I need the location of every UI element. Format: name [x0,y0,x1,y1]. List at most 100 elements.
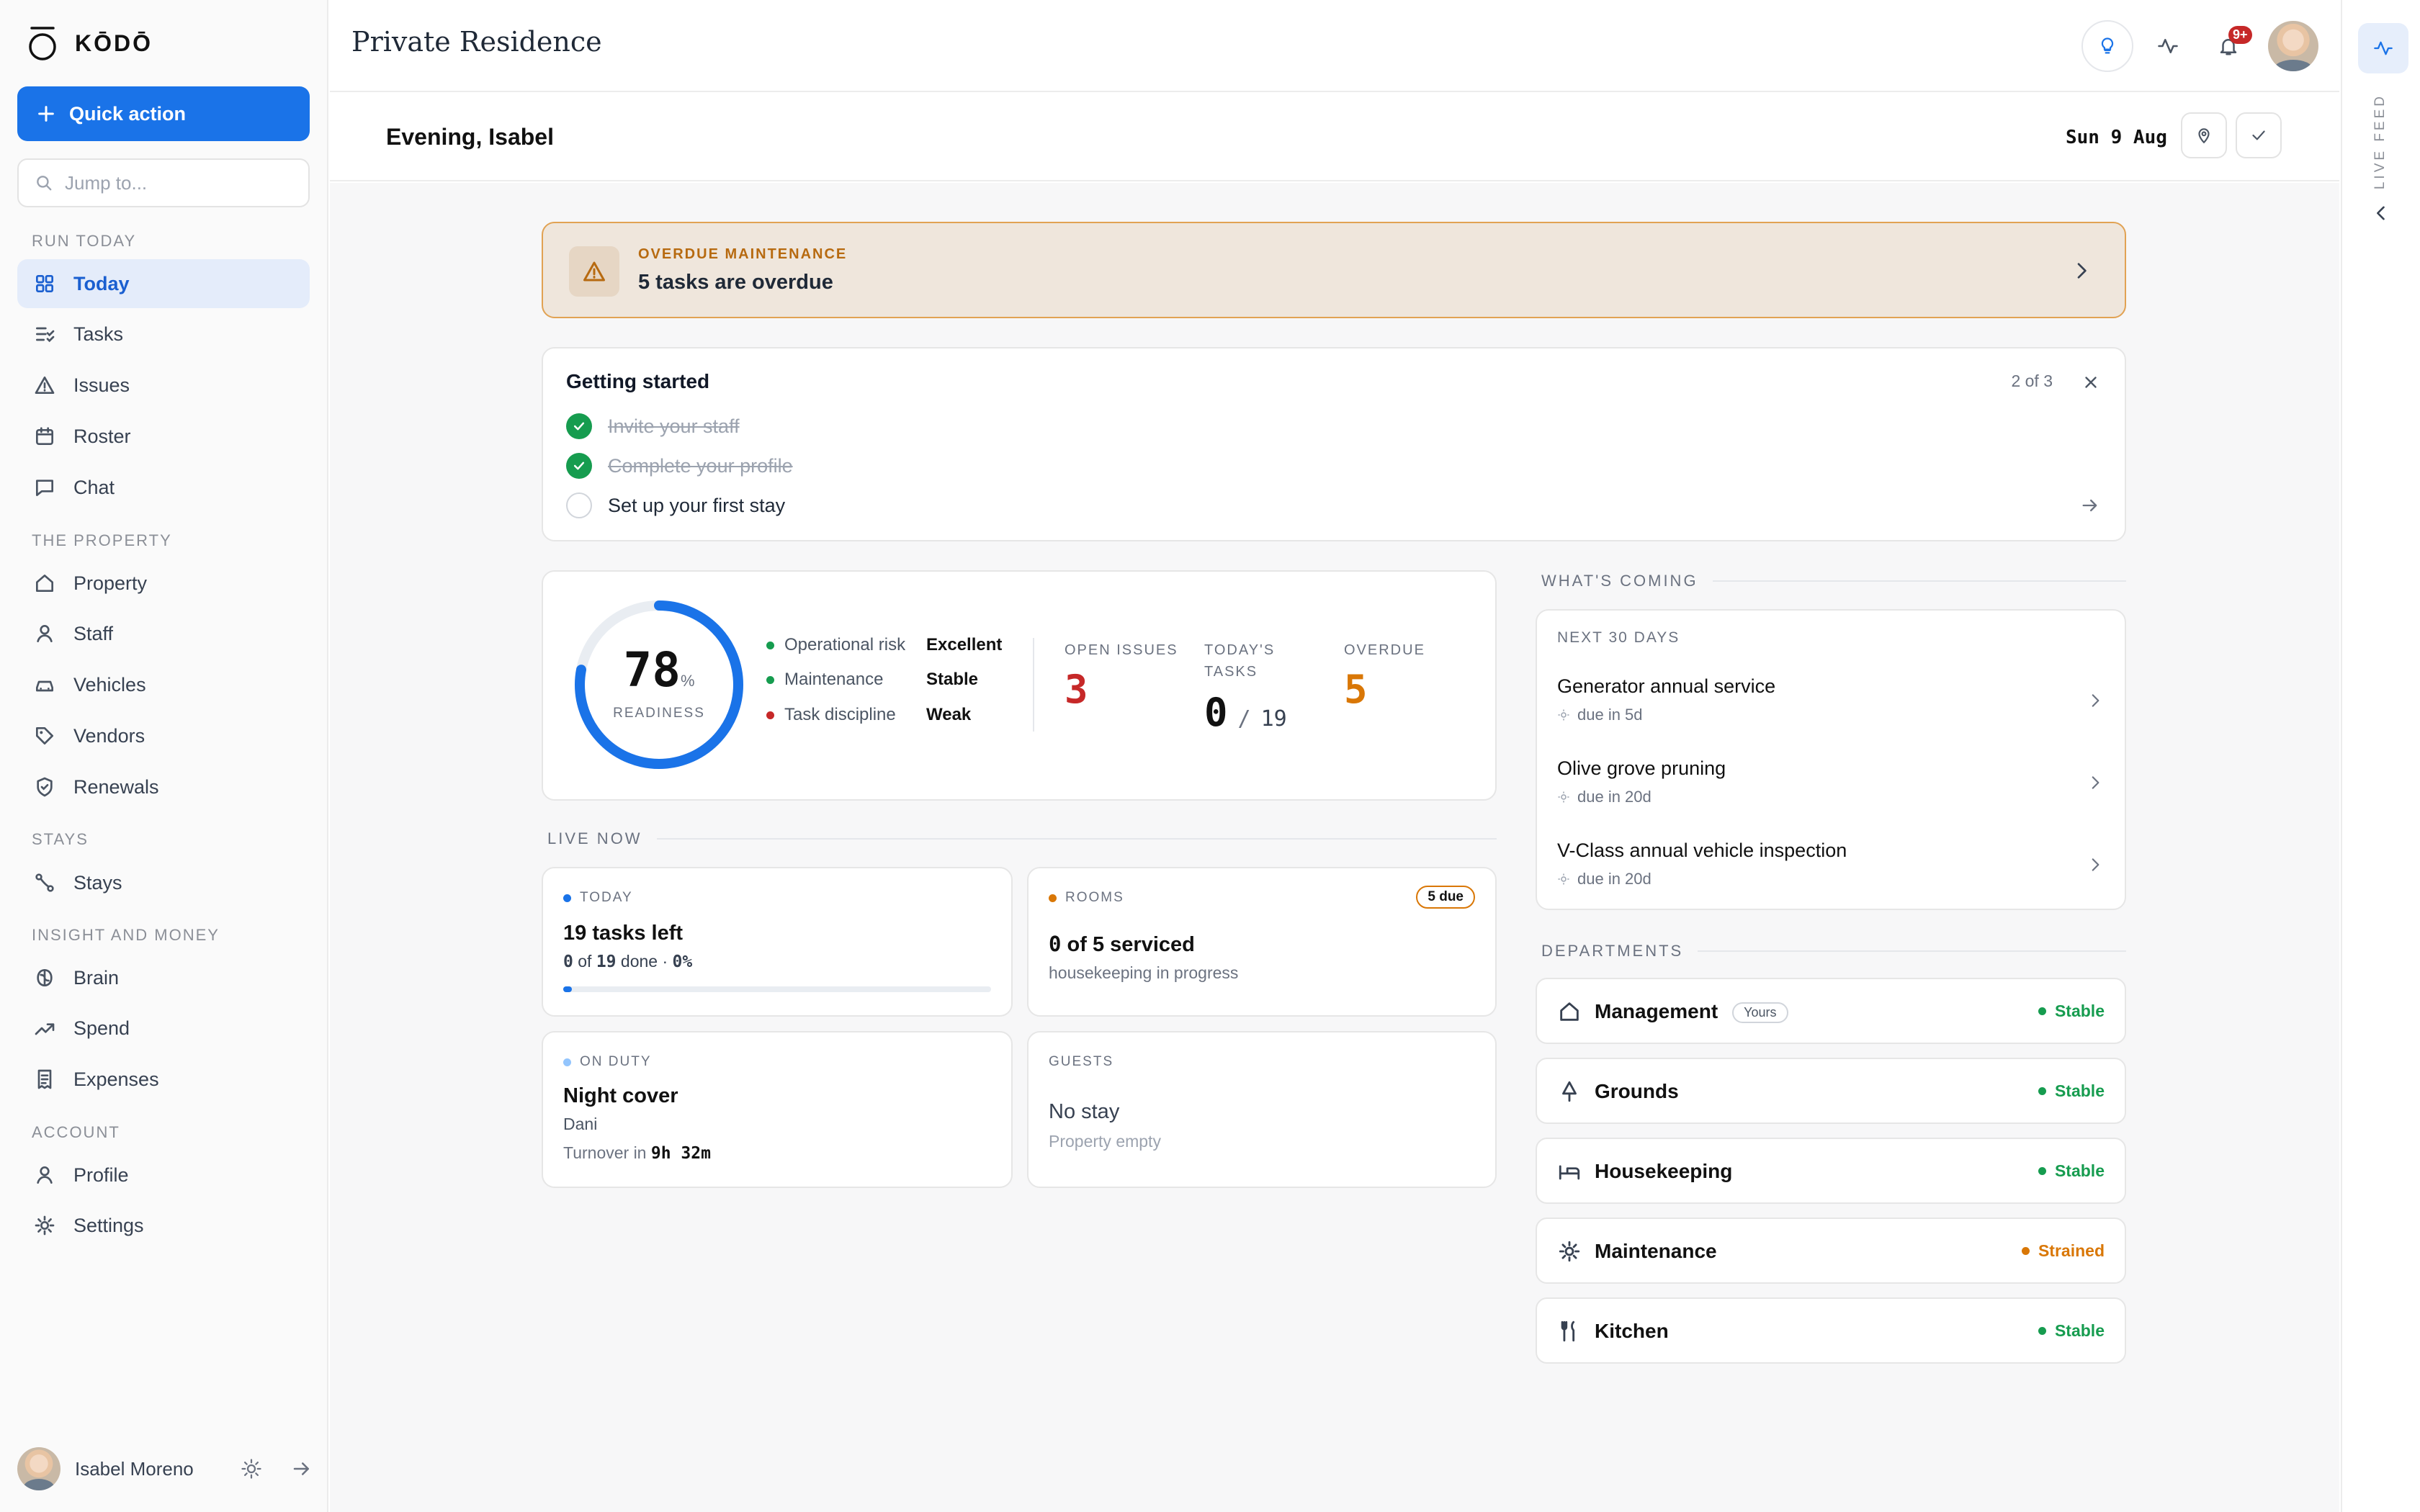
sun-icon[interactable] [241,1458,262,1480]
sidebar-item-today[interactable]: Today [17,259,310,308]
readiness-unit: % [680,672,695,690]
user-profile[interactable]: Isabel Moreno [17,1447,313,1490]
location-button[interactable] [2181,112,2227,158]
warning-icon [33,374,56,397]
department-kitchen[interactable]: Kitchen Stable [1536,1297,2126,1364]
status-dot [563,1058,571,1066]
factor-operational-risk: Operational risk [766,635,905,655]
task-list-icon [33,323,56,346]
on-duty-person: Dani [563,1115,598,1133]
sidebar-item-issues[interactable]: Issues [17,361,310,410]
person-icon [33,1164,56,1187]
lightbulb-icon [2097,36,2118,56]
readiness-card: 78% READINESS Operational risk Excellent… [542,570,1497,801]
sidebar-item-label: Tasks [73,323,124,345]
status-dot [2038,1087,2046,1095]
heading-text: DEPARTMENTS [1541,942,1684,960]
department-maintenance[interactable]: Maintenance Strained [1536,1218,2126,1284]
step-label: Set up your first stay [608,494,786,516]
on-duty-card[interactable]: ON DUTY Night cover Dani Turnover in 9h … [542,1031,1013,1188]
department-grounds[interactable]: Grounds Stable [1536,1058,2126,1124]
notifications-button[interactable]: 9+ [2202,20,2254,72]
sidebar-item-property[interactable]: Property [17,559,310,608]
sidebar-item-staff[interactable]: Staff [17,609,310,658]
arrow-right-icon[interactable] [2080,495,2100,516]
overdue-alert[interactable]: OVERDUE MAINTENANCE 5 tasks are overdue [542,222,2126,318]
sidebar-item-settings[interactable]: Settings [17,1201,310,1250]
rooms-title-rest: of 5 serviced [1067,933,1195,956]
live-feed-label: LIVE FEED [2372,94,2388,190]
rooms-due-badge: 5 due [1416,886,1475,909]
readiness-number: 78 [623,642,681,698]
close-icon[interactable] [2081,373,2100,392]
check-button[interactable] [2236,112,2282,158]
upcoming-item[interactable]: Olive grove pruning due in 20d [1537,743,2125,825]
sidebar-item-chat[interactable]: Chat [17,463,310,512]
brand-name: KŌDŌ [75,30,153,56]
sun-icon [1557,708,1570,721]
home-icon [1557,999,1582,1024]
today-sub: 0 of 19 done · 0% [563,952,692,971]
plus-icon [36,104,56,124]
step-invite-staff[interactable]: Invite your staff [566,413,740,439]
total-count: 19 [596,953,617,971]
guests-card[interactable]: GUESTS No stay Property empty [1027,1031,1497,1188]
department-housekeeping[interactable]: Housekeeping Stable [1536,1138,2126,1204]
sidebar-item-expenses[interactable]: Expenses [17,1055,310,1104]
jump-to-search[interactable]: Jump to... [17,158,310,207]
overdue-value[interactable]: 5 [1344,667,1368,712]
pulse-icon [2157,35,2179,57]
done-count: 0 [563,953,573,971]
activity-button[interactable] [2142,20,2194,72]
sidebar-item-label: Spend [73,1017,130,1039]
logout-icon[interactable] [291,1458,313,1480]
percent: 0% [672,953,693,971]
user-avatar-button[interactable] [2267,20,2319,72]
sidebar-item-renewals[interactable]: Renewals [17,762,310,811]
brand[interactable]: KŌDŌ [26,22,153,65]
sidebar-item-tasks[interactable]: Tasks [17,310,310,359]
chevron-right-icon [2086,855,2105,874]
step-complete-profile[interactable]: Complete your profile [566,453,793,479]
quick-action-button[interactable]: Quick action [17,86,310,141]
sidebar-item-profile[interactable]: Profile [17,1151,310,1200]
sidebar-item-spend[interactable]: Spend [17,1004,310,1053]
live-feed-button[interactable] [2358,23,2408,73]
step-first-stay[interactable]: Set up your first stay [566,492,785,518]
open-issues-value[interactable]: 3 [1065,667,1088,712]
sidebar-item-vehicles[interactable]: Vehicles [17,660,310,709]
alert-message: 5 tasks are overdue [638,271,833,294]
sidebar-item-label: Chat [73,476,115,498]
upcoming-due: due in 5d [1557,706,1643,724]
chevron-left-icon[interactable] [2371,203,2391,223]
heading-text: LIVE NOW [547,829,642,847]
user-name: Isabel Moreno [75,1457,194,1480]
sidebar-item-label: Brain [73,966,120,989]
ideas-button[interactable] [2081,20,2133,72]
section-property: THE PROPERTY [32,531,172,549]
today-card[interactable]: TODAY 19 tasks left 0 of 19 done · 0% [542,867,1013,1017]
todays-tasks-value[interactable]: 0 / 19 [1204,690,1287,735]
department-name: Kitchen [1595,1320,1669,1342]
sidebar-item-stays[interactable]: Stays [17,858,310,907]
department-status: Stable [2038,1161,2105,1181]
upcoming-title: Generator annual service [1557,675,1776,697]
whats-coming-card: NEXT 30 DAYS Generator annual service du… [1536,609,2126,910]
status-dot [2038,1167,2046,1175]
tag-icon [33,724,56,747]
sidebar-item-roster[interactable]: Roster [17,412,310,461]
live-now-heading: LIVE NOW [547,829,1497,848]
upcoming-item[interactable]: Generator annual service due in 5d [1537,661,2125,743]
upcoming-item[interactable]: V-Class annual vehicle inspection due in… [1537,825,2125,907]
chat-icon [33,476,56,499]
rooms-title: 0 of 5 serviced [1049,932,1195,957]
department-management[interactable]: Management Yours Stable [1536,978,2126,1044]
rooms-card[interactable]: ROOMS 5 due 0 of 5 serviced housekeeping… [1027,867,1497,1017]
live-feed-rail: LIVE FEED [2341,0,2420,1512]
page-title: Private Residence [351,26,602,58]
sidebar-item-vendors[interactable]: Vendors [17,711,310,760]
getting-started-title: Getting started [566,370,710,392]
sidebar-item-label: Issues [73,374,130,396]
rooms-sub: housekeeping in progress [1049,963,1239,982]
sidebar-item-brain[interactable]: Brain [17,953,310,1002]
